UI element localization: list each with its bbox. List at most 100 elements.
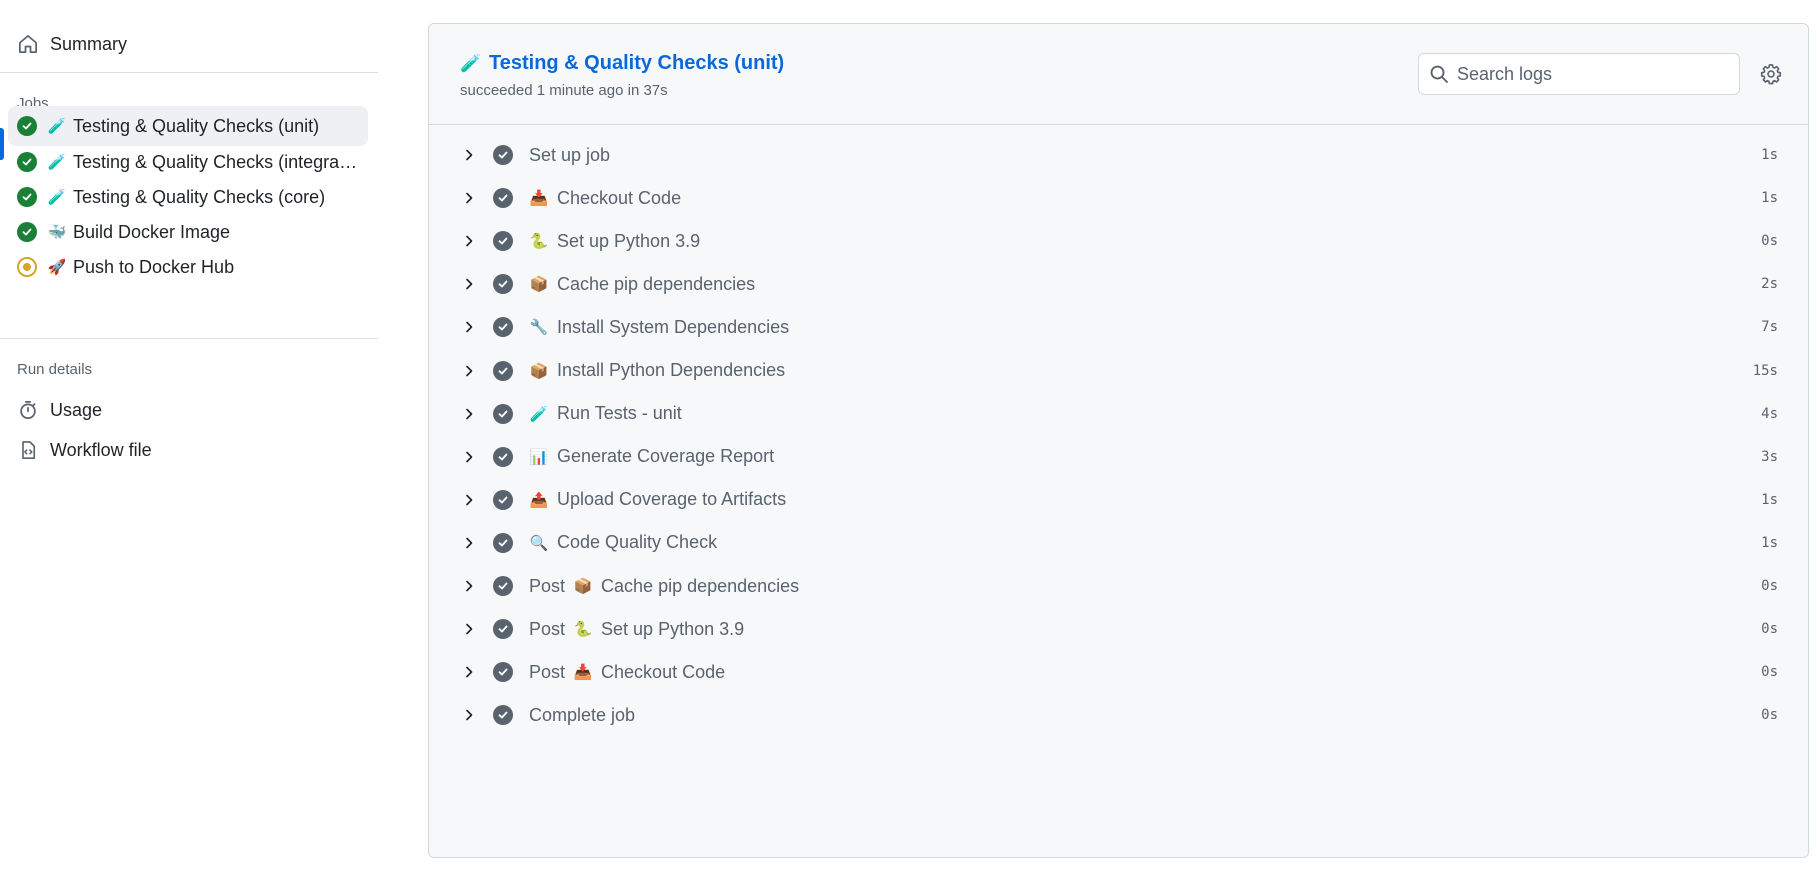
step-label: Run Tests - unit <box>557 403 682 424</box>
step-name: 📤 Upload Coverage to Artifacts <box>529 489 786 510</box>
chevron-right-icon[interactable] <box>461 535 477 551</box>
job-title: Testing & Quality Checks (unit) <box>489 52 785 74</box>
step-success-icon <box>493 662 513 683</box>
step-label: Cache pip dependencies <box>557 273 756 294</box>
chevron-right-icon[interactable] <box>461 406 477 422</box>
job-label: Testing & Quality Checks (integrati... <box>73 151 358 172</box>
summary-link[interactable]: Summary <box>16 29 127 59</box>
chevron-right-icon[interactable] <box>461 319 477 335</box>
step-emoji-icon: 📦 <box>573 578 593 595</box>
step-emoji-icon: 🐍 <box>529 233 549 251</box>
job-item[interactable]: 🧪 Testing & Quality Checks (core) <box>8 177 368 217</box>
search-icon <box>1429 64 1449 84</box>
sidebar: Summary Jobs 🧪 Testing & Quality Checks (… <box>0 0 380 873</box>
step-name: 🔧 Install System Dependencies <box>529 317 789 338</box>
step-success-icon <box>493 403 513 424</box>
summary-label: Summary <box>50 33 128 54</box>
step-duration: 1s <box>1761 534 1778 551</box>
step-label: Install Python Dependencies <box>557 360 786 380</box>
step-success-icon <box>493 145 513 165</box>
chevron-right-icon[interactable] <box>461 578 477 594</box>
step-row[interactable]: Complete job 0s <box>429 690 1808 740</box>
step-label: Code Quality Check <box>557 532 718 553</box>
chevron-right-icon[interactable] <box>461 621 477 637</box>
step-name: 📦 Install Python Dependencies <box>529 360 786 381</box>
job-item[interactable]: 🧪 Testing & Quality Checks (unit) <box>8 106 368 146</box>
step-success-icon <box>493 317 513 338</box>
job-emoji-icon: 🧪 <box>47 189 67 206</box>
step-label: Complete job <box>529 704 636 725</box>
step-label: Checkout Code <box>557 187 682 208</box>
chevron-right-icon[interactable] <box>461 707 477 723</box>
success-check-icon <box>17 152 37 172</box>
step-duration: 1s <box>1761 491 1778 508</box>
step-label: Upload Coverage to Artifacts <box>557 489 787 510</box>
chevron-right-icon[interactable] <box>461 276 477 292</box>
chevron-right-icon[interactable] <box>461 190 477 206</box>
step-name: Complete job <box>529 705 635 726</box>
search-logs-input[interactable] <box>1457 63 1717 85</box>
run-details-heading: Run details <box>17 361 93 378</box>
search-logs-box[interactable] <box>1418 53 1740 95</box>
step-emoji-icon: 📤 <box>529 491 549 509</box>
active-job-indicator <box>0 128 4 160</box>
workflow-file-link[interactable]: Workflow file <box>16 435 152 465</box>
step-duration: 7s <box>1761 319 1778 336</box>
step-success-icon <box>493 576 513 596</box>
step-duration: 3s <box>1761 448 1778 465</box>
job-status-text: succeeded 1 minute ago in 37s <box>460 82 668 99</box>
chevron-right-icon[interactable] <box>461 147 477 163</box>
in-progress-icon <box>17 257 37 277</box>
step-emoji-icon: 📊 <box>529 448 549 466</box>
job-header: 🧪 Testing & Quality Checks (unit) succee… <box>429 24 1808 125</box>
step-prefix: Post <box>529 575 566 596</box>
job-item[interactable]: 🚀 Push to Docker Hub <box>8 247 368 287</box>
step-name: Post 📥 Checkout Code <box>529 662 725 683</box>
job-emoji-icon: 🚀 <box>47 259 67 276</box>
job-item[interactable]: 🐳 Build Docker Image <box>8 212 368 252</box>
step-duration: 0s <box>1761 578 1778 594</box>
step-label: Set up job <box>529 144 611 165</box>
step-duration: 2s <box>1761 276 1778 293</box>
step-success-icon <box>493 231 513 252</box>
job-emoji-icon: 🐳 <box>47 224 67 241</box>
chevron-right-icon[interactable] <box>461 233 477 249</box>
job-label: Testing & Quality Checks (core) <box>73 186 326 207</box>
chevron-right-icon[interactable] <box>461 449 477 465</box>
job-label: Build Docker Image <box>73 221 231 242</box>
step-success-icon <box>493 446 513 467</box>
step-label: Checkout Code <box>601 661 726 682</box>
divider <box>0 72 378 73</box>
step-success-icon <box>493 619 513 640</box>
step-emoji-icon: 📦 <box>529 276 549 294</box>
job-item[interactable]: 🧪 Testing & Quality Checks (integrati... <box>8 142 368 182</box>
step-duration: 0s <box>1761 664 1778 681</box>
test-tube-icon: 🧪 <box>460 53 482 73</box>
step-duration: 0s <box>1761 621 1778 638</box>
job-title-link[interactable]: 🧪 Testing & Quality Checks (unit) <box>460 52 785 75</box>
usage-link[interactable]: Usage <box>16 395 102 425</box>
step-name: Set up job <box>529 145 610 166</box>
step-prefix: Post <box>529 618 566 639</box>
step-emoji-icon: 🧪 <box>529 405 549 423</box>
step-duration: 1s <box>1761 147 1778 163</box>
step-name: Post 🐍 Set up Python 3.9 <box>529 619 744 640</box>
chevron-right-icon[interactable] <box>461 492 477 508</box>
step-emoji-icon: 📥 <box>529 190 549 208</box>
chevron-right-icon[interactable] <box>461 363 477 379</box>
step-name: 🐍 Set up Python 3.9 <box>529 231 700 252</box>
step-emoji-icon: 🔍 <box>529 534 549 552</box>
step-success-icon <box>493 274 513 295</box>
success-check-icon <box>17 187 37 207</box>
step-prefix: Post <box>529 661 566 682</box>
divider <box>0 338 378 339</box>
step-label: Set up Python 3.9 <box>557 230 701 251</box>
step-emoji-icon: 🐍 <box>573 621 593 639</box>
step-name: 🔍 Code Quality Check <box>529 532 717 553</box>
chevron-right-icon[interactable] <box>461 664 477 680</box>
step-name: Post 📦 Cache pip dependencies <box>529 576 799 597</box>
gear-icon[interactable] <box>1759 62 1783 86</box>
step-duration: 4s <box>1761 405 1778 422</box>
workflow-file-label: Workflow file <box>50 439 152 460</box>
step-duration: 0s <box>1761 707 1778 724</box>
